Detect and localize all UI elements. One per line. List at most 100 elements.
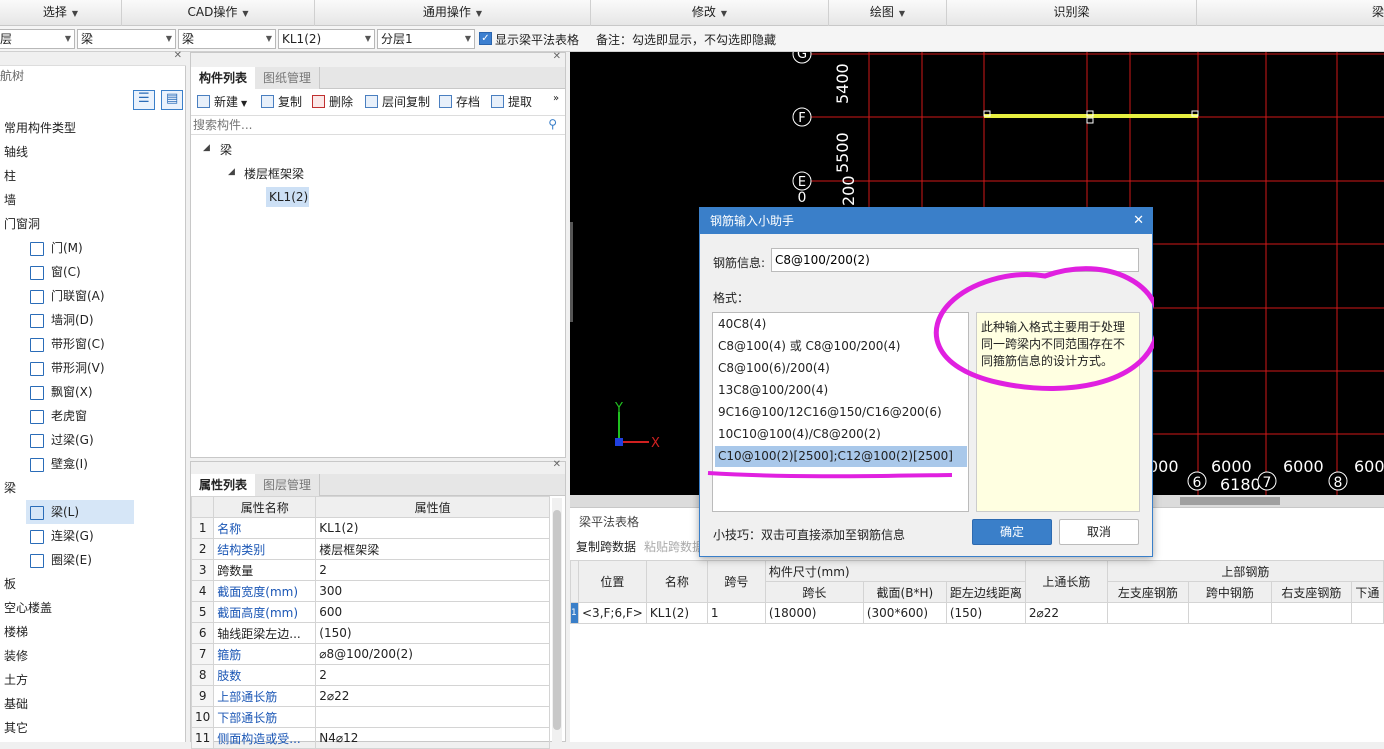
delete-button[interactable]: 删除 [312,93,353,111]
table-row[interactable]: 1 名称 KL1(2) [190,517,550,539]
table-row[interactable]: 7 箍筋 ⌀8@100/200(2) [190,643,550,665]
menu-general[interactable]: 通用操作 ▼ [315,0,591,26]
cancel-button[interactable]: 取消 [1059,519,1139,545]
tree-collapse-icon[interactable]: ◢ [228,167,235,177]
search-box[interactable]: ⚲ [191,115,565,135]
more-icon[interactable]: » [553,93,559,104]
nav-item[interactable]: 梁(L) [26,500,134,524]
subtype-select[interactable]: 梁 ▼ [178,29,276,49]
nav-item[interactable]: 常用构件类型 [0,116,186,140]
scrollbar[interactable] [552,498,562,742]
cell-mid[interactable] [1187,602,1272,624]
property-value[interactable]: ⌀8@100/200(2) [315,643,550,665]
property-value[interactable]: 600 [315,601,550,623]
nav-item[interactable]: 轴线 [0,140,186,164]
ok-button[interactable]: 确定 [972,519,1052,545]
nav-item[interactable]: 梁 [0,476,186,500]
tab-layer-management[interactable]: 图层管理 [255,474,321,496]
table-row[interactable]: 11 侧面构造或受... N4⌀12 [190,727,550,749]
property-value[interactable]: 2 [315,664,550,686]
nav-item[interactable]: 墙洞(D) [0,308,186,332]
cell-span-no[interactable]: 1 [706,602,766,624]
property-value[interactable]: 2⌀22 [315,685,550,707]
table-row[interactable]: 3 跨数量 2 [190,559,550,581]
nav-item[interactable]: 老虎窗 [0,404,186,428]
menu-draw[interactable]: 绘图 ▼ [829,0,947,26]
type-select[interactable]: 梁 ▼ [77,29,176,49]
tab-property-list[interactable]: 属性列表 [191,474,257,496]
close-icon[interactable]: ✕ [174,50,182,61]
property-value[interactable]: 2 [315,559,550,581]
menu-recognize-beam[interactable]: 识别梁 [947,0,1197,26]
table-row[interactable]: 5 截面高度(mm) 600 [190,601,550,623]
property-value[interactable]: KL1(2) [315,517,550,539]
nav-item[interactable]: 空心楼盖 [0,596,186,620]
tab-drawing-management[interactable]: 图纸管理 [255,67,321,89]
cell-position[interactable]: <3,F;6,F> [578,602,647,624]
copy-button[interactable]: 复制 [261,93,302,111]
nav-item[interactable]: 窗(C) [0,260,186,284]
menu-beam[interactable]: 梁 [1197,0,1384,26]
cell-span-length[interactable]: (18000) [764,602,864,624]
show-table-checkbox[interactable]: ✓ [479,32,492,45]
close-icon[interactable]: ✕ [553,51,561,62]
cell-top-through[interactable]: 2⌀22 [1024,602,1108,624]
splitter-handle[interactable] [570,222,573,322]
nav-item[interactable]: 柱 [0,164,186,188]
list-view-button[interactable]: ☰ [133,90,155,110]
close-icon[interactable]: ✕ [553,459,561,470]
menu-cad[interactable]: CAD操作 ▼ [122,0,315,26]
cell-name[interactable]: KL1(2) [645,602,708,624]
extract-button[interactable]: 提取 [491,93,532,111]
table-row[interactable]: 8 肢数 2 [190,664,550,686]
tree-node-beam[interactable]: 梁 [220,141,232,158]
search-input[interactable] [193,117,533,133]
cell-right-seat[interactable] [1270,602,1352,624]
nav-item[interactable]: 带形窗(C) [0,332,186,356]
new-button[interactable]: 新建 ▼ [197,93,247,111]
floor-copy-button[interactable]: 层间复制 [365,93,430,111]
tree-node-kl1[interactable]: KL1(2) [266,187,309,207]
nav-item[interactable]: 门窗洞 [0,212,186,236]
nav-item[interactable]: 基础 [0,692,186,716]
cell-bottom[interactable] [1350,602,1384,624]
property-value[interactable]: 300 [315,580,550,602]
nav-item[interactable]: 带形洞(V) [0,356,186,380]
cell-edge-distance[interactable]: (150) [945,602,1026,624]
nav-item[interactable]: 楼梯 [0,620,186,644]
tree-collapse-icon[interactable]: ◢ [203,143,210,153]
nav-item[interactable]: 墙 [0,188,186,212]
paste-span-button[interactable]: 粘贴跨数据 [644,538,704,555]
table-row[interactable]: 4 截面宽度(mm) 300 [190,580,550,602]
save-button[interactable]: 存档 [439,93,480,111]
cell-section[interactable]: (300*600) [862,602,947,624]
nav-item[interactable]: 土方 [0,668,186,692]
nav-item[interactable]: 装修 [0,644,186,668]
scrollbar-thumb[interactable] [553,510,561,730]
table-row[interactable]: 6 轴线距梁左边... (150) [190,622,550,644]
nav-item[interactable]: 板 [0,572,186,596]
table-row[interactable]: 9 上部通长筋 2⌀22 [190,685,550,707]
copy-span-button[interactable]: 复制跨数据 [576,538,636,555]
detail-view-button[interactable]: ▤ [161,90,183,110]
property-value[interactable] [315,706,550,728]
cell-left-seat[interactable] [1106,602,1189,624]
nav-item[interactable]: 门联窗(A) [0,284,186,308]
floor-select[interactable]: 层 ▼ [0,29,75,49]
scrollbar-thumb[interactable] [1180,497,1280,505]
property-value[interactable]: 楼层框架梁 [315,538,550,560]
menu-select[interactable]: 选择 ▼ [0,0,122,26]
nav-item[interactable]: 门(M) [0,236,186,260]
layer-select[interactable]: 分层1 ▼ [377,29,475,49]
tree-node-frame-beam[interactable]: 楼层框架梁 [244,165,304,182]
nav-item[interactable]: 其它 [0,716,186,740]
table-row[interactable]: 1 <3,F;6,F> KL1(2) 1 (18000) (300*600) (… [570,602,1384,624]
property-value[interactable]: (150) [315,622,550,644]
nav-item[interactable]: 连梁(G) [0,524,186,548]
table-row[interactable]: 10 下部通长筋 [190,706,550,728]
nav-item[interactable]: 圈梁(E) [0,548,186,572]
tab-component-list[interactable]: 构件列表 [191,67,257,89]
table-row[interactable]: 2 结构类别 楼层框架梁 [190,538,550,560]
component-select[interactable]: KL1(2) ▼ [278,29,375,49]
property-value[interactable]: N4⌀12 [315,727,550,749]
